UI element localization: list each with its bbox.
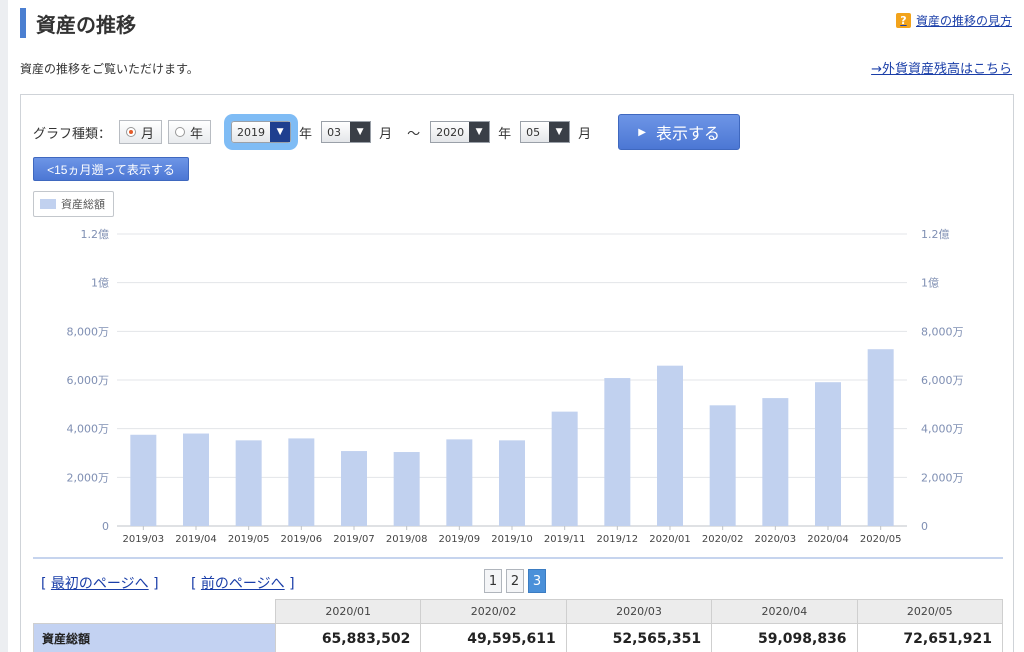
bar: [762, 398, 789, 526]
bar: [341, 451, 367, 526]
x-tick-label: 2019/03: [123, 534, 165, 545]
pagination: 123: [484, 569, 550, 593]
asset-bar-chart: 0 0 2,000万 2,000万 4,000万 4,000万 6,000万 6,000万 8,…: [67, 228, 964, 545]
x-tick-label: 2020/03: [755, 534, 797, 545]
left-edge-bar: [0, 0, 8, 652]
x-tick-label: 2019/09: [439, 534, 481, 545]
bar: [867, 349, 894, 526]
bar: [499, 440, 525, 526]
column-header: 2020/03: [565, 599, 713, 624]
page-button[interactable]: 1: [484, 569, 502, 593]
title-accent-bar: [20, 8, 26, 38]
column-header: 2020/02: [420, 599, 567, 624]
bar: [604, 378, 631, 526]
asset-chart-panel: グラフ種類： 月 年 2019 ▼ 年 03 ▼ 月 〜 2020 ▼ 年 05…: [20, 94, 1014, 652]
first-page-link[interactable]: [ 最初のページへ ]: [41, 573, 159, 593]
y-tick-label-right: 8,000万: [921, 325, 964, 338]
table-corner: [33, 599, 276, 624]
page-button[interactable]: 3: [528, 569, 546, 593]
bar: [130, 434, 157, 526]
bar: [183, 433, 209, 526]
table-cell: 65,883,502: [274, 623, 422, 652]
y-tick-label-left: 1億: [91, 277, 109, 290]
asset-table: 2020/01 2020/02 2020/03 2020/04 2020/05 資産総額…: [33, 599, 1004, 652]
bar: [446, 439, 473, 526]
column-header: 2020/05: [856, 599, 1004, 624]
y-tick-label-right: 4,000万: [921, 423, 964, 436]
bar: [288, 438, 315, 526]
table-header-row: 2020/01 2020/02 2020/03 2020/04 2020/05: [33, 599, 1004, 624]
bar: [235, 440, 262, 526]
column-header: 2020/01: [274, 599, 422, 624]
y-tick-label-left: 8,000万: [67, 325, 110, 338]
bar: [551, 411, 578, 526]
column-header: 2020/04: [711, 599, 858, 624]
table-cell: 59,098,836: [711, 623, 858, 652]
help-link[interactable]: ? 資産の推移の見方: [895, 12, 1012, 29]
table-row: 資産総額 65,883,502 49,595,611 52,565,351 59,09…: [33, 623, 1004, 652]
table-cell: 49,595,611: [420, 623, 567, 652]
foreign-currency-link[interactable]: →外貨資産残高はこちら: [871, 58, 1012, 77]
x-tick-label: 2019/07: [333, 534, 375, 545]
table-cell: 72,651,921: [856, 623, 1004, 652]
help-link-label: 資産の推移の見方: [915, 14, 1012, 28]
chart-table-divider: [33, 557, 1003, 559]
y-tick-label-right: 2,000万: [921, 471, 964, 484]
y-tick-label-right: 1.2億: [921, 228, 950, 241]
page-title: 資産の推移: [36, 12, 136, 37]
x-tick-label: 2019/12: [597, 534, 639, 545]
x-tick-label: 2020/02: [702, 534, 744, 545]
y-tick-label-left: 1.2億: [81, 228, 110, 241]
bar: [815, 382, 841, 526]
x-tick-label: 2019/04: [175, 534, 217, 545]
prev-page-label: 前のページへ: [200, 576, 285, 592]
x-tick-label: 2019/08: [386, 534, 428, 545]
bar: [657, 365, 683, 526]
page-description: 資産の推移をご覧いただけます。: [20, 62, 199, 76]
question-icon: ?: [895, 13, 911, 28]
y-tick-label-right: 1億: [921, 277, 939, 290]
x-tick-label: 2019/06: [281, 534, 323, 545]
bar: [709, 405, 736, 526]
x-tick-label: 2020/01: [649, 534, 691, 545]
x-tick-label: 2020/05: [860, 534, 902, 545]
first-page-label: 最初のページへ: [50, 576, 149, 592]
prev-page-link[interactable]: [ 前のページへ ]: [191, 573, 295, 593]
y-tick-label-left: 0: [102, 520, 109, 533]
x-tick-label: 2019/05: [228, 534, 270, 545]
x-tick-label: 2019/11: [544, 534, 586, 545]
y-tick-label-right: 6,000万: [921, 374, 964, 387]
page-button[interactable]: 2: [506, 569, 524, 593]
y-tick-label-left: 2,000万: [67, 471, 110, 484]
table-cell: 52,565,351: [565, 623, 713, 652]
y-tick-label-right: 0: [921, 520, 928, 533]
page-header: 資産の推移: [20, 6, 136, 40]
row-label: 資産総額: [33, 623, 276, 652]
y-tick-label-left: 4,000万: [67, 423, 110, 436]
bar: [393, 452, 420, 526]
y-tick-label-left: 6,000万: [67, 374, 110, 387]
x-tick-label: 2020/04: [807, 534, 849, 545]
x-tick-label: 2019/10: [491, 534, 533, 545]
